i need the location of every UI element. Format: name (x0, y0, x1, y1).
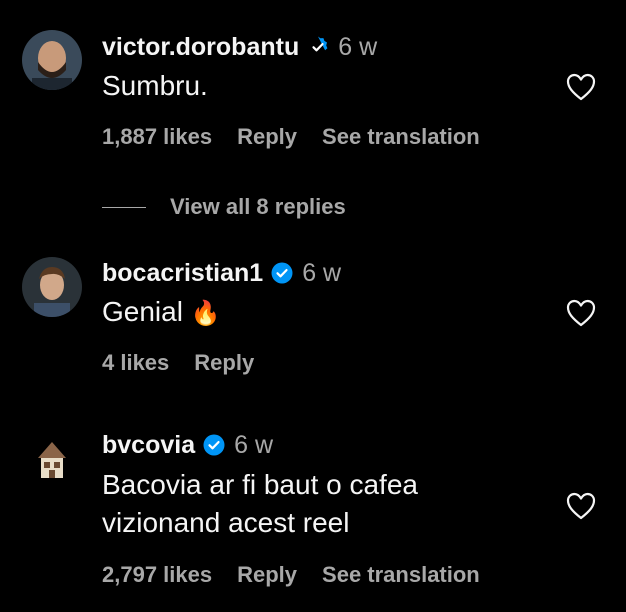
verified-badge-icon (202, 433, 226, 457)
comment-item: bvcovia 6 w Bacovia ar fi baut o cafea v… (0, 0, 626, 612)
comment-text: Bacovia ar fi baut o cafea vizionand ace… (102, 466, 542, 542)
timestamp: 6 w (234, 430, 274, 459)
comment-actions: 2,797 likes Reply See translation (102, 562, 505, 588)
like-heart-icon[interactable] (566, 492, 596, 520)
username[interactable]: bvcovia (102, 431, 195, 460)
see-translation-button[interactable]: See translation (322, 562, 480, 588)
comment-text-line: Bacovia ar fi baut o cafea (102, 469, 418, 500)
likes-count[interactable]: 2,797 likes (102, 562, 212, 588)
avatar[interactable] (22, 430, 82, 490)
username-line: bvcovia 6 w (102, 430, 273, 460)
comment-text-line: vizionand acest reel (102, 507, 350, 538)
reply-button[interactable]: Reply (237, 562, 297, 588)
